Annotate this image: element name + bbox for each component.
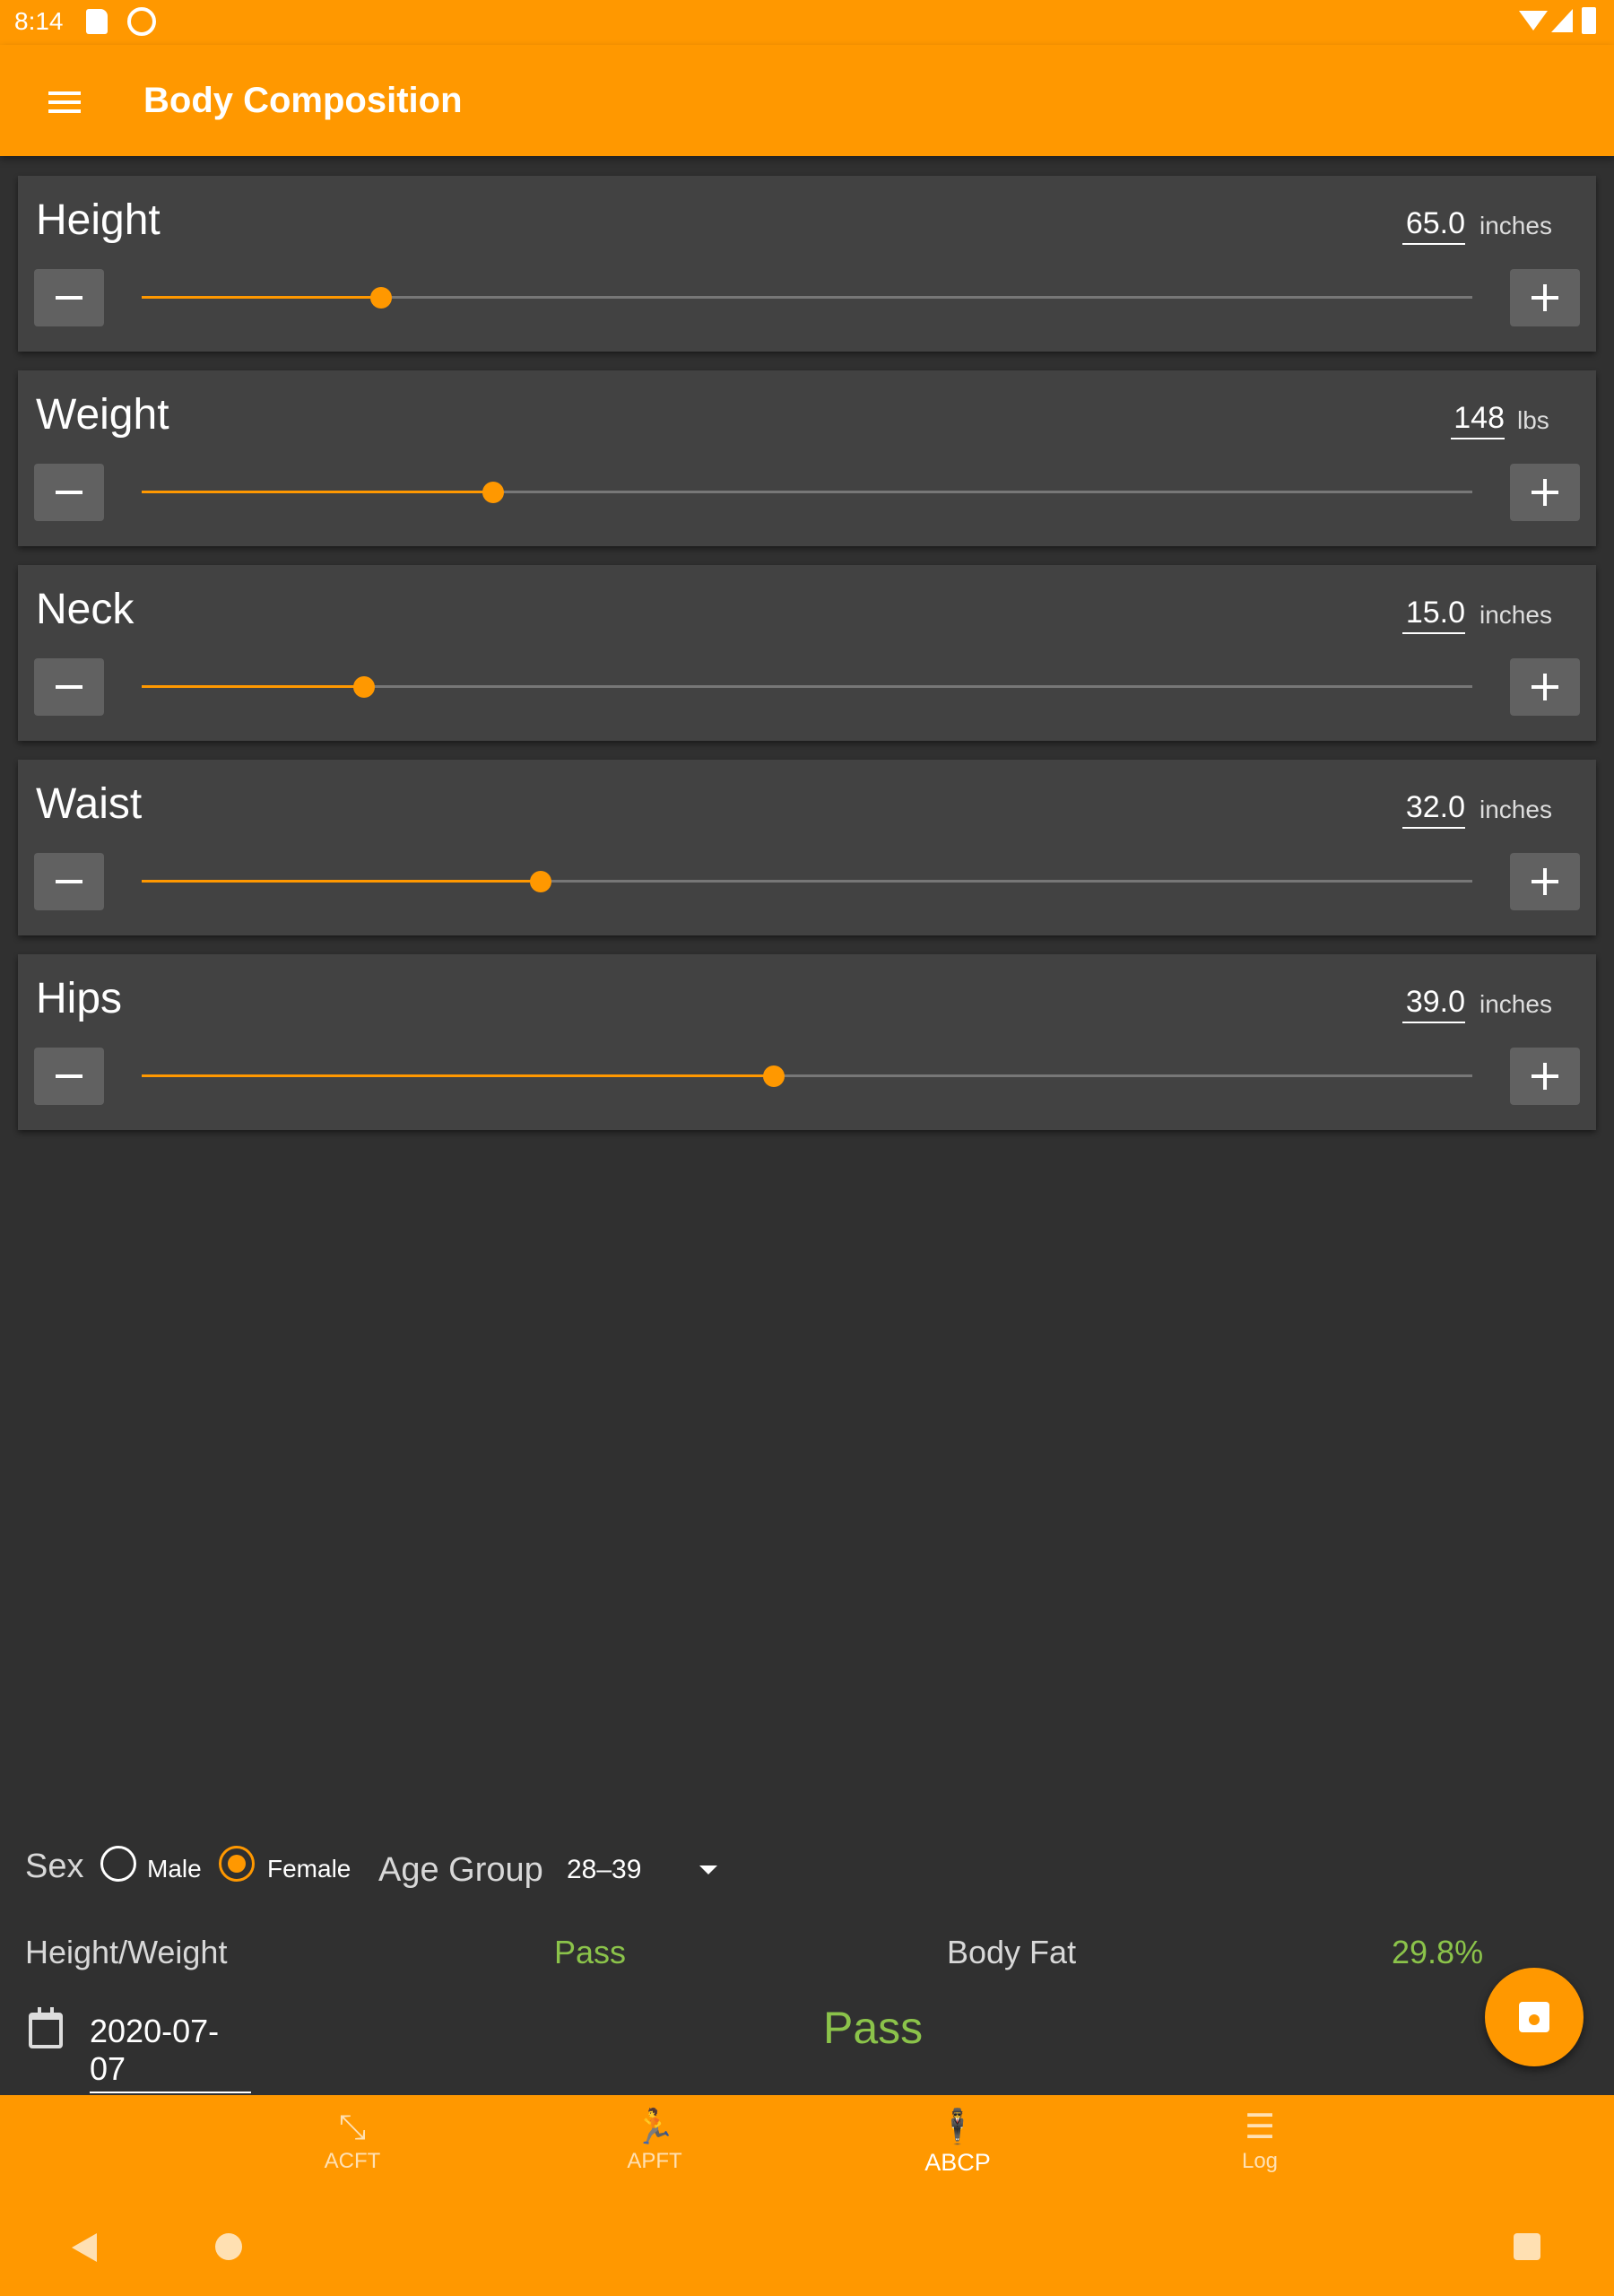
minus-icon [56,491,82,494]
runner-icon: 🏃 [633,2107,676,2146]
nav-apft[interactable]: 🏃 APFT [565,2108,744,2197]
log-icon: ☰ [1244,2107,1276,2146]
slider-thumb[interactable] [352,676,375,698]
female-radio[interactable] [219,1846,255,1882]
body-fat-result: 29.8% [1392,1934,1484,1970]
waist-slider[interactable] [142,871,1472,892]
waist-decrement-button[interactable] [34,853,104,910]
cell-signal-icon [1551,9,1573,32]
hips-card: Hips 39.0 inches [18,954,1596,1130]
height-weight-result: Pass [554,1934,627,1970]
waist-card: Waist 32.0 inches [18,760,1596,935]
hips-decrement-button[interactable] [34,1048,104,1105]
home-icon[interactable] [215,2233,242,2260]
nav-apft-label: APFT [627,2149,682,2173]
nav-acft-label: ACFT [324,2149,381,2173]
person-icon: 🕴 [936,2107,979,2146]
minus-icon [56,1074,82,1078]
height-decrement-button[interactable] [34,269,104,326]
minus-icon [56,296,82,300]
neck-unit: inches [1480,601,1552,629]
calendar-icon[interactable] [29,2007,63,2048]
weight-increment-button[interactable] [1510,464,1580,521]
nav-abcp[interactable]: 🕴 ABCP [868,2108,1047,2197]
weight-label: Weight [36,391,169,439]
nav-abcp-label: ABCP [924,2149,991,2176]
date-field[interactable]: 2020-07-07 [90,2013,251,2093]
waist-label: Waist [36,780,143,828]
weight-value-field[interactable]: 148 [1451,401,1505,439]
dropdown-arrow-icon [699,1866,717,1874]
slider-thumb[interactable] [370,287,393,309]
save-button[interactable] [1485,1968,1584,2066]
hips-value-field[interactable]: 39.0 [1402,985,1465,1023]
app-bar: Body Composition [0,45,1614,156]
neck-label: Neck [36,586,134,633]
male-radio-label[interactable]: Male [147,1855,202,1883]
body-fat-label: Body Fat [947,1934,1077,1970]
neck-decrement-button[interactable] [34,658,104,716]
weight-slider[interactable] [142,482,1472,503]
weight-unit: lbs [1517,406,1549,434]
sex-label: Sex [25,1848,84,1885]
sync-icon [127,7,156,36]
overall-result: Pass [823,2003,924,2053]
age-group-dropdown[interactable]: 28–39 [565,1849,726,1885]
page-title: Body Composition [143,81,463,120]
height-slider[interactable] [142,287,1472,309]
waist-increment-button[interactable] [1510,853,1580,910]
male-radio[interactable] [100,1846,136,1882]
hips-increment-button[interactable] [1510,1048,1580,1105]
weight-decrement-button[interactable] [34,464,104,521]
recent-apps-icon[interactable] [1514,2233,1540,2260]
status-time: 8:14 [14,7,64,35]
bottom-navigation: ⤡ ACFT 🏃 APFT 🕴 ABCP ☰ Log [0,2095,1614,2203]
age-group-label: Age Group [378,1851,543,1889]
neck-value-field[interactable]: 15.0 [1402,596,1465,634]
slider-thumb[interactable] [530,871,552,892]
hamburger-menu-icon[interactable] [39,77,90,127]
results-row: Height/Weight Pass Body Fat 29.8% [0,1928,1614,1982]
status-bar: 8:14 [0,0,1614,45]
neck-increment-button[interactable] [1510,658,1580,716]
dumbbell-icon: ⤡ [338,2107,367,2146]
weight-card: Weight 148 lbs [18,370,1596,546]
nav-acft[interactable]: ⤡ ACFT [263,2108,442,2197]
minus-icon [56,685,82,689]
height-value-field[interactable]: 65.0 [1402,206,1465,245]
back-icon[interactable] [72,2233,97,2262]
female-radio-label[interactable]: Female [267,1855,351,1883]
height-weight-label: Height/Weight [25,1934,228,1970]
hips-slider[interactable] [142,1065,1472,1087]
neck-slider[interactable] [142,676,1472,698]
neck-card: Neck 15.0 inches [18,565,1596,741]
height-card: Height 65.0 inches [18,176,1596,352]
waist-unit: inches [1480,796,1552,823]
nav-log[interactable]: ☰ Log [1170,2108,1349,2197]
battery-icon [1582,7,1596,34]
slider-thumb[interactable] [482,482,504,503]
minus-icon [56,880,82,883]
height-unit: inches [1480,212,1552,239]
sex-age-row: Sex Male Female Age Group 28–39 [0,1839,1614,1901]
waist-value-field[interactable]: 32.0 [1402,790,1465,829]
height-label: Height [36,196,161,244]
height-increment-button[interactable] [1510,269,1580,326]
save-icon [1519,2002,1549,2032]
system-navigation-bar [0,2203,1614,2296]
sd-card-icon [86,9,108,34]
hips-unit: inches [1480,990,1552,1018]
hips-label: Hips [36,975,123,1022]
slider-thumb[interactable] [762,1065,785,1087]
age-group-value: 28–39 [567,1855,642,1884]
nav-log-label: Log [1241,2149,1279,2173]
wifi-icon [1519,11,1548,30]
